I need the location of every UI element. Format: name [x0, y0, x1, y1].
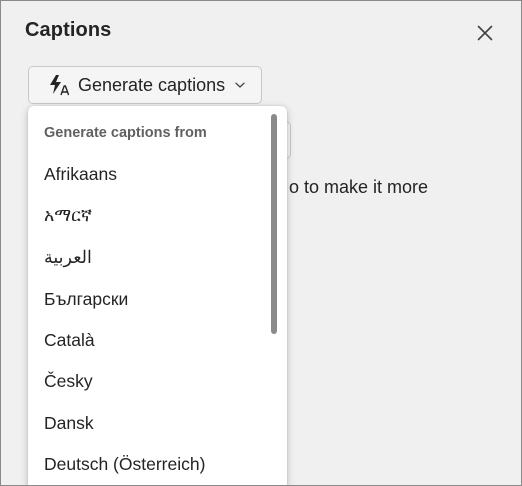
menu-item-afrikaans[interactable]: Afrikaans — [44, 164, 117, 185]
close-icon — [477, 25, 493, 41]
captions-panel: Captions Generate captions o to make it … — [0, 0, 522, 486]
lightning-caption-icon — [47, 74, 69, 96]
menu-item-danish[interactable]: Dansk — [44, 413, 94, 434]
menu-item-german-austria[interactable]: Deutsch (Österreich) — [44, 454, 205, 475]
menu-item-bulgarian[interactable]: Български — [44, 289, 128, 310]
menu-item-arabic[interactable]: العربية — [44, 247, 92, 268]
menu-item-amharic[interactable]: አማርኛ — [44, 205, 92, 226]
generate-captions-button[interactable]: Generate captions — [28, 66, 262, 104]
menu-header: Generate captions from — [44, 125, 207, 141]
menu-item-czech[interactable]: Česky — [44, 371, 93, 392]
generate-captions-dropdown: Generate captions from Afrikaans አማርኛ ال… — [28, 106, 287, 485]
generate-captions-label: Generate captions — [78, 74, 226, 95]
panel-title: Captions — [25, 19, 112, 41]
menu-scrollbar[interactable] — [271, 114, 277, 334]
chevron-down-icon — [233, 78, 247, 92]
menu-item-catalan[interactable]: Català — [44, 330, 95, 351]
background-description-text: o to make it more — [289, 177, 429, 197]
close-button[interactable] — [469, 17, 501, 49]
